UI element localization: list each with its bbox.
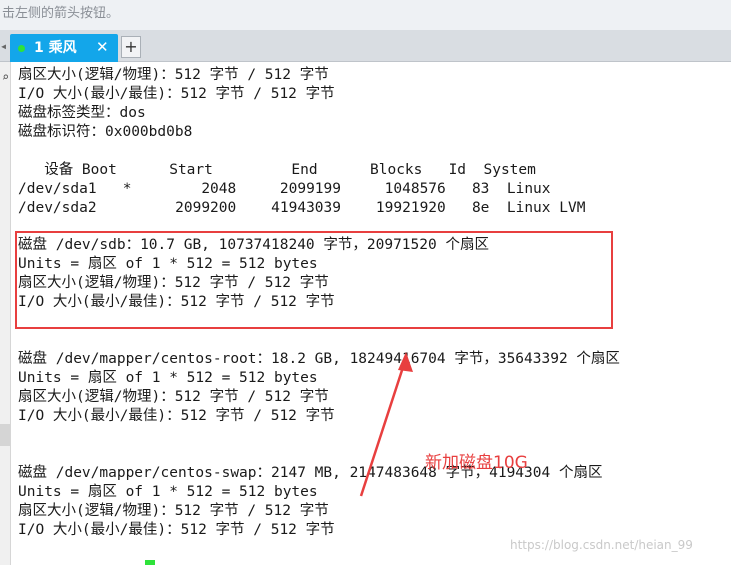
close-icon[interactable]: ✕ (96, 34, 109, 62)
terminal-line: 扇区大小(逻辑/物理)：512 字节 / 512 字节 (18, 389, 329, 405)
left-gutter: ⌕ (0, 62, 11, 565)
terminal-line: Units = 扇区 of 1 * 512 = 512 bytes (18, 370, 318, 386)
terminal-line: 磁盘标识符：0x000bd0b8 (18, 124, 193, 140)
annotation-label: 新加磁盘10G (425, 453, 528, 473)
terminal-line: 磁盘 /dev/mapper/centos-root：18.2 GB, 1824… (18, 351, 620, 367)
connection-status-icon (18, 45, 25, 52)
terminal-line: I/O 大小(最小/最佳)：512 字节 / 512 字节 (18, 522, 335, 538)
hint-text: 击左侧的箭头按钮。 (0, 0, 731, 30)
tab-bar: ◂ 1 乘风 ✕ + (0, 30, 731, 62)
tab-label: 1 乘风 (34, 40, 77, 56)
tab-session-1[interactable]: 1 乘风 ✕ (10, 34, 118, 62)
terminal-line: /dev/sda2 2099200 41943039 19921920 8e L… (18, 200, 586, 216)
add-tab-button[interactable]: + (121, 36, 141, 58)
gutter-marker (0, 424, 10, 446)
terminal-line: 扇区大小(逻辑/物理)：512 字节 / 512 字节 (18, 67, 329, 83)
terminal-line: 磁盘标签类型：dos (18, 105, 146, 121)
terminal-line: I/O 大小(最小/最佳)：512 字节 / 512 字节 (18, 408, 335, 424)
terminal-line: 扇区大小(逻辑/物理)：512 字节 / 512 字节 (18, 503, 329, 519)
terminal-line: I/O 大小(最小/最佳)：512 字节 / 512 字节 (18, 86, 335, 102)
terminal-line: /dev/sda1 * 2048 2099199 1048576 83 Linu… (18, 181, 551, 197)
terminal-line: 设备 Boot Start End Blocks Id System (18, 162, 536, 178)
watermark: https://blog.csdn.net/heian_99 (510, 538, 693, 552)
search-icon: ⌕ (1, 70, 10, 84)
terminal-line: Units = 扇区 of 1 * 512 = 512 bytes (18, 484, 318, 500)
highlight-box (15, 231, 613, 329)
terminal-cursor (145, 560, 155, 565)
scroll-left-icon[interactable]: ◂ (0, 38, 8, 54)
